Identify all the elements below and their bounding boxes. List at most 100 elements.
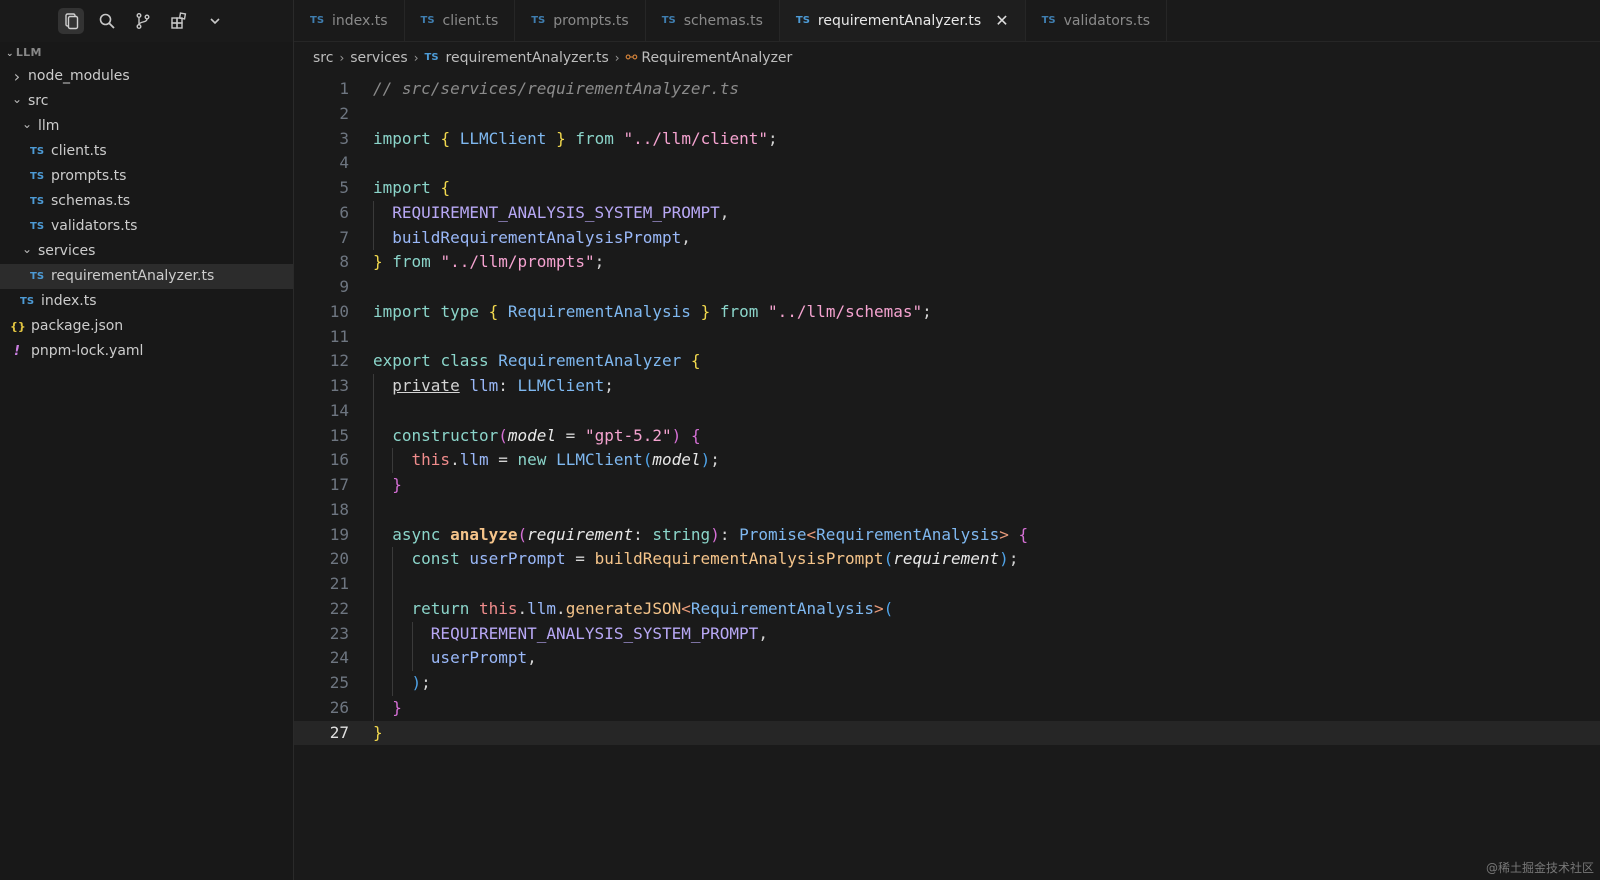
code-editor[interactable]: 1 // src/services/requirementAnalyzer.ts 2… bbox=[294, 77, 1600, 746]
tree-item-label: requirementAnalyzer.ts bbox=[51, 268, 215, 284]
tree-item-label: validators.ts bbox=[51, 218, 138, 234]
code-token: return bbox=[411, 598, 470, 618]
code-content: } bbox=[349, 721, 383, 746]
code-token: import bbox=[373, 128, 431, 148]
code-content: REQUIREMENT_ANALYSIS_SYSTEM_PROMPT, bbox=[349, 621, 768, 647]
line-number: 7 bbox=[339, 227, 349, 247]
tab-requirementanalyzer-ts[interactable]: TS requirementAnalyzer.ts ✕ bbox=[779, 0, 1026, 41]
tree-item-index-ts[interactable]: TS index.ts bbox=[0, 289, 293, 314]
code-line[interactable]: 9 bbox=[294, 275, 1600, 300]
tree-item-pnpm-lock-yaml[interactable]: ! pnpm-lock.yaml bbox=[0, 339, 293, 364]
code-line[interactable]: 7 buildRequirementAnalysisPrompt, bbox=[294, 225, 1600, 251]
tree-item-prompts-ts[interactable]: TS prompts.ts bbox=[0, 164, 293, 189]
code-line[interactable]: 6 REQUIREMENT_ANALYSIS_SYSTEM_PROMPT, bbox=[294, 200, 1600, 226]
chevron-right-icon[interactable]: › bbox=[10, 64, 24, 89]
code-token: > bbox=[873, 598, 884, 618]
code-line[interactable]: 27} bbox=[294, 720, 1600, 746]
code-line[interactable]: 8} from "../llm/prompts"; bbox=[294, 250, 1600, 275]
source-control-icon[interactable] bbox=[130, 8, 156, 34]
tab-schemas-ts[interactable]: TS schemas.ts bbox=[646, 0, 780, 41]
typescript-file-icon: TS bbox=[661, 15, 676, 26]
line-number: 18 bbox=[329, 499, 349, 519]
code-line[interactable]: 15 constructor(model = "gpt-5.2") { bbox=[294, 423, 1600, 449]
chevron-down-icon[interactable]: ⌄ bbox=[20, 242, 34, 256]
typescript-file-icon: TS bbox=[30, 271, 45, 282]
tree-item-src[interactable]: ⌄ src bbox=[0, 89, 293, 114]
breadcrumb-item-services[interactable]: services bbox=[350, 46, 407, 70]
chevron-down-icon[interactable]: ⌄ bbox=[20, 117, 34, 131]
code-content: private llm: LLMClient; bbox=[349, 374, 614, 399]
code-line[interactable]: 26 } bbox=[294, 695, 1600, 721]
breadcrumb-file[interactable]: requirementAnalyzer.ts bbox=[446, 46, 609, 70]
indent-guide bbox=[373, 200, 374, 226]
tab-validators-ts[interactable]: TS validators.ts bbox=[1026, 0, 1168, 41]
code-token: generateJSON bbox=[565, 598, 682, 618]
indent-guide bbox=[373, 225, 374, 251]
tab-client-ts[interactable]: TS client.ts bbox=[405, 0, 516, 41]
explorer-icon[interactable] bbox=[58, 8, 84, 34]
code-token: "../llm/prompts" bbox=[440, 252, 595, 272]
chevron-down-icon[interactable]: ⌄ bbox=[10, 92, 24, 106]
code-line[interactable]: 16 this.llm = new LLMClient(model); bbox=[294, 448, 1600, 473]
code-token: LLMClient bbox=[517, 376, 605, 395]
close-icon[interactable]: ✕ bbox=[995, 11, 1008, 30]
search-icon[interactable] bbox=[94, 8, 120, 34]
code-token: . bbox=[450, 450, 460, 470]
explorer-root[interactable]: ⌄ LLM bbox=[0, 42, 293, 64]
tree-item-validators-ts[interactable]: TS validators.ts bbox=[0, 214, 293, 239]
tree-item-services[interactable]: ⌄ services bbox=[0, 239, 293, 264]
breadcrumb-item-src[interactable]: src bbox=[313, 46, 333, 70]
tree-item-schemas-ts[interactable]: TS schemas.ts bbox=[0, 189, 293, 214]
code-token: llm bbox=[459, 450, 489, 470]
extensions-icon[interactable] bbox=[166, 8, 192, 34]
code-line[interactable]: 1 // src/services/requirementAnalyzer.ts bbox=[294, 77, 1600, 102]
line-number: 22 bbox=[329, 598, 349, 618]
tree-item-client-ts[interactable]: TS client.ts bbox=[0, 139, 293, 164]
tree-item-requirementanalyzer-ts[interactable]: TS requirementAnalyzer.ts bbox=[0, 264, 293, 289]
code-line[interactable]: 13 private llm: LLMClient; bbox=[294, 374, 1600, 399]
code-line[interactable]: 19 async analyze(requirement: string): P… bbox=[294, 522, 1600, 548]
breadcrumb-symbol[interactable]: RequirementAnalyzer bbox=[641, 46, 792, 70]
code-token: LLMClient bbox=[459, 128, 547, 148]
code-line[interactable]: 23 REQUIREMENT_ANALYSIS_SYSTEM_PROMPT, bbox=[294, 621, 1600, 647]
line-number: 2 bbox=[339, 103, 349, 123]
code-line[interactable]: 14 bbox=[294, 398, 1600, 424]
tree-item-llm[interactable]: ⌄ llm bbox=[0, 114, 293, 139]
code-line[interactable]: 17 } bbox=[294, 473, 1600, 498]
line-number: 1 bbox=[339, 79, 349, 98]
code-line[interactable]: 12 export class RequirementAnalyzer { bbox=[294, 349, 1600, 374]
code-line[interactable]: 10 import type { RequirementAnalysis } fr… bbox=[294, 300, 1600, 325]
tab-index-ts[interactable]: TS index.ts bbox=[294, 0, 405, 41]
code-line[interactable]: 22 return this.llm.generateJSON<Requirem… bbox=[294, 596, 1600, 622]
code-line[interactable]: 21 bbox=[294, 572, 1600, 597]
indent-guide bbox=[373, 572, 374, 597]
code-line[interactable]: 4 bbox=[294, 151, 1600, 176]
code-content bbox=[349, 497, 374, 523]
code-line[interactable]: 11 bbox=[294, 325, 1600, 350]
code-line[interactable]: 24 userPrompt, bbox=[294, 646, 1600, 671]
code-token: } bbox=[373, 722, 383, 742]
code-line[interactable]: 3 import { LLMClient } from "../llm/clien… bbox=[294, 127, 1600, 152]
indent-guide bbox=[392, 646, 394, 671]
tree-item-node_modules[interactable]: › node_modules bbox=[0, 64, 293, 89]
code-line[interactable]: 2 bbox=[294, 102, 1600, 127]
code-token: } bbox=[556, 128, 566, 148]
code-token: ) bbox=[700, 450, 711, 470]
code-token: string bbox=[652, 524, 711, 544]
code-line[interactable]: 25 ); bbox=[294, 671, 1600, 696]
code-line[interactable]: 18 bbox=[294, 497, 1600, 523]
line-number: 17 bbox=[329, 475, 349, 494]
code-line[interactable]: 5 import { bbox=[294, 176, 1600, 201]
tab-prompts-ts[interactable]: TS prompts.ts bbox=[515, 0, 646, 41]
tree-item-package-json[interactable]: {} package.json bbox=[0, 314, 293, 339]
chevron-down-icon[interactable] bbox=[202, 8, 228, 34]
tab-label: validators.ts bbox=[1063, 12, 1151, 29]
code-line[interactable]: 20 const userPrompt = buildRequirementAn… bbox=[294, 547, 1600, 572]
